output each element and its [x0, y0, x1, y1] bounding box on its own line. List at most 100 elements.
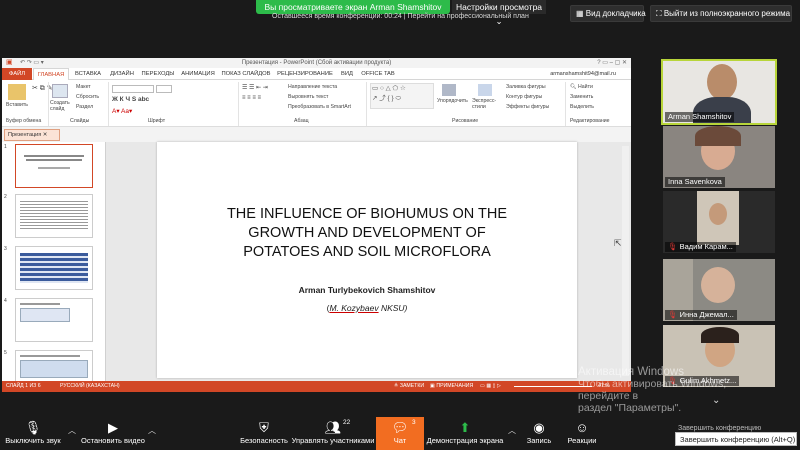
close-icon[interactable]: ✕ [43, 132, 48, 138]
tab-review[interactable]: РЕЦЕНЗИРОВАНИЕ [274, 68, 336, 80]
tab-view[interactable]: ВИД [336, 68, 358, 80]
tab-slideshow[interactable]: ПОКАЗ СЛАЙДОВ [218, 68, 274, 80]
muted-mic-icon: 🎙︎ [668, 310, 678, 319]
share-label: Демонстрация экрана [426, 436, 504, 445]
text-direction-button[interactable]: Направление текста [288, 84, 337, 90]
share-screen-button[interactable]: ⬆︎ Демонстрация экрана [424, 417, 506, 450]
tab-file[interactable]: ФАЙЛ [2, 68, 32, 80]
shapes-icons: ▭ ○ △ ⬠ ☆ ↗ ⤴ { } ⬭ [372, 85, 406, 102]
speaker-view-label: Вид докладчика [585, 9, 646, 18]
smartart-button[interactable]: Преобразовать в SmartArt [288, 104, 351, 110]
layout-button[interactable]: Макет [76, 84, 91, 90]
quick-styles-icon[interactable] [478, 84, 492, 96]
vertical-scrollbar[interactable] [622, 146, 629, 376]
participant-face [707, 64, 737, 100]
record-button[interactable]: ◉ Запись [520, 417, 558, 450]
document-tab-label: Презентация [8, 132, 42, 138]
slide-affiliation[interactable]: (M. Kozybaev NKSU) [157, 303, 577, 313]
shape-fill-button[interactable]: Заливка фигуры [506, 84, 546, 90]
find-button[interactable]: 🔍︎ Найти [570, 84, 593, 90]
thumbnail-slide-5[interactable] [15, 350, 93, 383]
chevron-up-icon[interactable]: ︿ [68, 425, 76, 436]
video-label: Остановить видео [81, 436, 145, 445]
thumbnail-slide-3[interactable] [15, 246, 93, 290]
grid-icon: ▦ [576, 9, 584, 18]
exit-fullscreen-button[interactable]: ⛶ Выйти из полноэкранного режима [650, 5, 792, 22]
video-button[interactable]: ▶︎ Остановить видео [80, 417, 146, 450]
speaker-view-button[interactable]: ▦ Вид докладчика [570, 5, 646, 22]
reactions-label: Реакции [567, 436, 597, 445]
arrange-icon[interactable] [442, 84, 456, 96]
select-button[interactable]: Выделить [570, 104, 594, 110]
record-label: Запись [526, 436, 552, 445]
participant-name: Inna Savenkova [665, 177, 725, 187]
slide-author[interactable]: Arman Turlybekovich Shamshitov [157, 285, 577, 295]
notes-label: ЗАМЕТКИ [399, 383, 425, 389]
record-icon: ◉ [533, 420, 545, 435]
meeting-time-banner[interactable]: Оставшееся время конференции: 00:24 | Пе… [272, 12, 542, 21]
replace-button[interactable]: Заменить [570, 94, 593, 100]
reactions-button[interactable]: ☺︎ Реакции [562, 417, 602, 450]
align-icons[interactable]: ≡ ≡ ≡ ≡ [242, 95, 261, 101]
list-icons[interactable]: ☰ ☰ ⇤ ⇥ [242, 84, 268, 91]
font-name-input[interactable] [112, 85, 154, 93]
thumb-line [20, 303, 60, 305]
mouse-cursor-icon: ⇱ [614, 238, 622, 248]
slide-title[interactable]: THE INFLUENCE OF BIOHUMUS ON THE GROWTH … [157, 205, 577, 262]
quick-styles-label[interactable]: Экспресс-стили [472, 98, 502, 110]
shape-effects-button[interactable]: Эффекты фигуры [506, 104, 549, 110]
thumbnail-slide-4[interactable] [15, 298, 93, 342]
participant-tile[interactable]: 🎙︎ Вадим Карам... [663, 191, 775, 253]
new-slide-label[interactable]: Создать слайд [50, 100, 74, 112]
current-slide[interactable]: THE INFLUENCE OF BIOHUMUS ON THE GROWTH … [157, 142, 577, 378]
font-size-input[interactable] [156, 85, 172, 93]
participant-tile[interactable]: 🎙︎ Инна Джемал... [663, 259, 775, 321]
tab-animation[interactable]: АНИМАЦИЯ [178, 68, 218, 80]
tab-design[interactable]: ДИЗАЙН [106, 68, 138, 80]
align-text-button[interactable]: Выровнять текст [288, 94, 328, 100]
thumbnail-slide-1[interactable] [15, 144, 93, 188]
document-tab[interactable]: Презентация ✕ [4, 129, 60, 141]
security-button[interactable]: ⛨ Безопасность [238, 417, 290, 450]
tab-transitions[interactable]: ПЕРЕХОДЫ [138, 68, 178, 80]
tab-office-tab[interactable]: OFFICE TAB [358, 68, 398, 80]
language-indicator[interactable]: РУССКИЙ (КАЗАХСТАН) [60, 381, 120, 392]
shared-powerpoint-window: ▣ ↶ ↷ ▭ ▾ Презентация - PowerPoint (Сбой… [2, 58, 631, 392]
participant-tile[interactable]: Arman Shamshitov [661, 59, 777, 125]
notes-button[interactable]: ≜ ЗАМЕТКИ [394, 381, 424, 392]
font-color-icon[interactable]: A▾ Aa▾ [112, 107, 132, 115]
participant-tile[interactable]: Inna Savenkova [663, 126, 775, 188]
chevron-up-icon[interactable]: ︿ [148, 425, 156, 436]
comments-button[interactable]: ▣ ПРИМЕЧАНИЯ [430, 381, 473, 392]
participants-button[interactable]: 👥︎ Управлять участниками [290, 417, 376, 450]
reset-button[interactable]: Сбросить [76, 94, 99, 100]
thumbnail-slide-2[interactable] [15, 194, 93, 238]
view-options-label: Настройки просмотра [455, 2, 543, 12]
shape-outline-button[interactable]: Контур фигуры [506, 94, 542, 100]
new-slide-icon[interactable] [52, 84, 68, 98]
quick-access-icons[interactable]: ↶ ↷ ▭ ▾ [20, 58, 44, 68]
cut-copy-icons[interactable]: ✂ ⧉ ✎ [32, 84, 53, 93]
windows-activation-watermark: Активация Windows Чтобы активировать Win… [578, 366, 778, 414]
paste-icon[interactable] [8, 84, 26, 100]
tab-home[interactable]: ГЛАВНАЯ [33, 68, 69, 80]
chevron-down-icon[interactable]: ⌄ [712, 395, 720, 406]
thumb-number: 1 [4, 144, 7, 150]
end-meeting-button[interactable]: Завершить конференцию [678, 425, 761, 432]
participant-hair [701, 327, 739, 343]
arrange-label[interactable]: Упорядочить [437, 98, 468, 104]
section-button[interactable]: Раздел [76, 104, 93, 110]
view-buttons[interactable]: ▭ ▦ ▯ ▷ [480, 381, 501, 392]
participant-face [709, 203, 727, 225]
chevron-up-icon[interactable]: ︿ [508, 425, 516, 436]
paste-label[interactable]: Вставить [6, 102, 28, 108]
thumb-table [20, 253, 88, 283]
thumb-number: 3 [4, 246, 7, 252]
font-format-icons[interactable]: Ж К Ч S abc [112, 96, 149, 103]
window-controls[interactable]: ? ▭ – ▢ ✕ [597, 58, 627, 68]
find-icon: 🔍︎ [570, 84, 577, 90]
chat-button[interactable]: 💬︎ Чат [376, 417, 424, 450]
mute-button[interactable]: 🎙︎ Выключить звук [0, 417, 66, 450]
user-account[interactable]: armanshamshit94@mail.ru [536, 68, 616, 80]
tab-insert[interactable]: ВСТАВКА [70, 68, 106, 80]
